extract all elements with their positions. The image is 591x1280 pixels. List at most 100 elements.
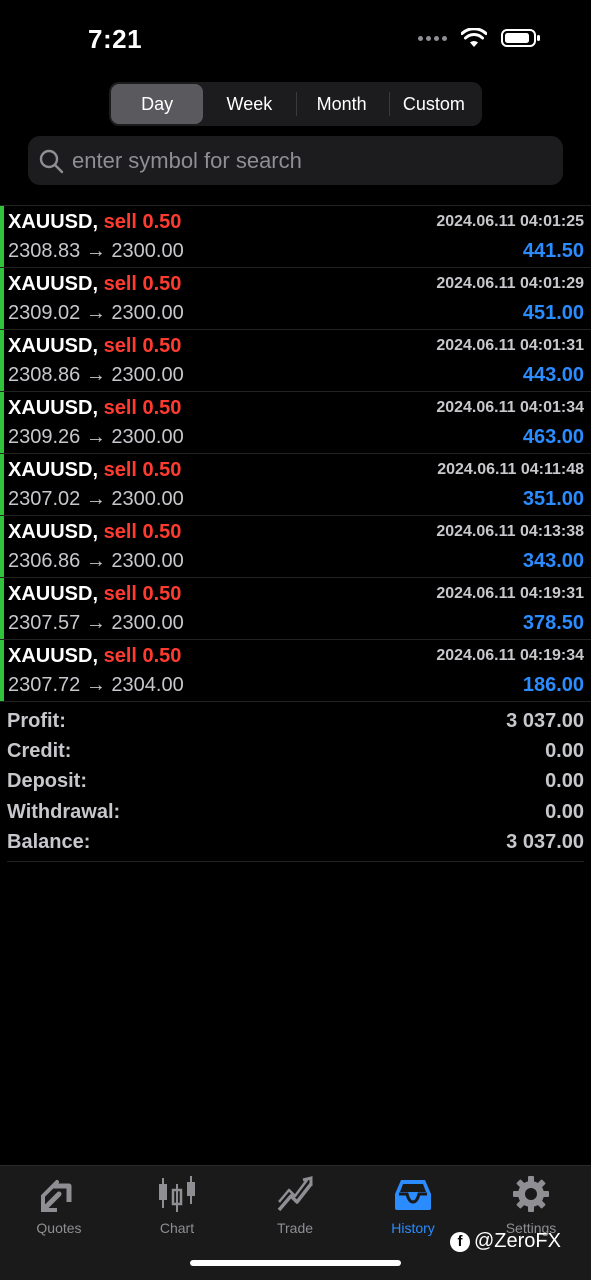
deals-list: XAUUSD, sell 0.50 2024.06.11 04:01:25 23… (0, 205, 591, 702)
deal-symbol: XAUUSD, (8, 583, 99, 605)
deal-type-bar (0, 640, 4, 701)
segment-day[interactable]: Day (111, 84, 204, 124)
deal-row[interactable]: XAUUSD, sell 0.50 2024.06.11 04:13:38 23… (0, 516, 591, 578)
deal-time: 2024.06.11 04:01:34 (436, 399, 584, 416)
segment-month[interactable]: Month (296, 84, 388, 124)
deal-profit: 443.00 (522, 364, 584, 386)
segment-divider (389, 92, 390, 116)
chart-icon (159, 1176, 195, 1212)
deal-symbol: XAUUSD, (8, 645, 99, 667)
deal-time: 2024.06.11 04:19:34 (436, 647, 584, 664)
facebook-icon: f (450, 1231, 470, 1252)
summary-label: Deposit: (7, 770, 87, 793)
deal-row[interactable]: XAUUSD, sell 0.50 2024.06.11 04:01:29 23… (0, 268, 591, 330)
battery-icon (501, 29, 540, 47)
deal-profit: 451.00 (522, 302, 584, 324)
deal-type-bar (0, 578, 4, 639)
status-bar: 7:21 (0, 0, 591, 80)
status-icons (418, 28, 541, 48)
watermark-text: @ZeroFX (474, 1230, 561, 1252)
summary-label: Balance: (7, 830, 91, 853)
deal-profit: 343.00 (522, 550, 584, 572)
search-input[interactable] (72, 147, 512, 174)
deal-symbol: XAUUSD, (8, 211, 99, 233)
summary-value: 3 037.00 (506, 709, 584, 732)
deal-prices: 2307.02 → 2300.00 (8, 488, 184, 510)
summary-row-deposit: Deposit: 0.00 (7, 767, 584, 797)
tab-label: History (391, 1220, 435, 1236)
deal-row[interactable]: XAUUSD, sell 0.50 2024.06.11 04:11:48 23… (0, 454, 591, 516)
summary-value: 0.00 (545, 770, 584, 793)
tab-label: Trade (276, 1220, 314, 1236)
home-indicator (190, 1260, 401, 1266)
segment-custom[interactable]: Custom (388, 84, 480, 124)
deal-prices: 2307.57 → 2300.00 (8, 612, 184, 634)
deal-side: sell 0.50 (103, 397, 182, 419)
deal-profit: 378.50 (522, 612, 584, 634)
deal-prices: 2309.26 → 2300.00 (8, 426, 184, 448)
deal-row[interactable]: XAUUSD, sell 0.50 2024.06.11 04:19:31 23… (0, 578, 591, 640)
deal-type-bar (0, 454, 4, 515)
deal-symbol: XAUUSD, (8, 459, 99, 481)
tab-chart[interactable]: Chart (118, 1174, 236, 1236)
deal-row[interactable]: XAUUSD, sell 0.50 2024.06.11 04:01:34 23… (0, 392, 591, 454)
deal-side: sell 0.50 (103, 273, 182, 295)
deal-side: sell 0.50 (103, 521, 182, 543)
search-bar[interactable] (28, 136, 563, 185)
deal-symbol: XAUUSD, (8, 335, 99, 357)
deal-row[interactable]: XAUUSD, sell 0.50 2024.06.11 04:19:34 23… (0, 640, 591, 702)
account-summary: Profit: 3 037.00 Credit: 0.00 Deposit: 0… (7, 706, 584, 863)
deal-time: 2024.06.11 04:01:25 (436, 213, 584, 230)
segment-divider (296, 92, 297, 116)
deal-side: sell 0.50 (103, 335, 182, 357)
deal-time: 2024.06.11 04:19:31 (436, 585, 584, 602)
wifi-icon (461, 28, 487, 47)
tab-history[interactable]: History (354, 1174, 472, 1236)
deal-time: 2024.06.11 04:11:48 (437, 461, 584, 478)
tab-quotes[interactable]: Quotes (0, 1174, 118, 1236)
deal-prices: 2306.86 → 2300.00 (8, 550, 184, 572)
deal-type-bar (0, 330, 4, 391)
deal-row[interactable]: XAUUSD, sell 0.50 2024.06.11 04:01:25 23… (0, 206, 591, 268)
summary-row-withdrawal: Withdrawal: 0.00 (7, 797, 584, 827)
deal-side: sell 0.50 (103, 583, 182, 605)
deal-symbol: XAUUSD, (8, 521, 99, 543)
deal-side: sell 0.50 (103, 459, 182, 481)
deal-prices: 2308.86 → 2300.00 (8, 364, 184, 386)
deal-type-bar (0, 206, 4, 267)
deal-side: sell 0.50 (103, 645, 182, 667)
deal-profit: 351.00 (522, 488, 584, 510)
deal-prices: 2309.02 → 2300.00 (8, 302, 184, 324)
deal-symbol: XAUUSD, (8, 273, 99, 295)
gear-icon (513, 1176, 549, 1212)
trade-icon (277, 1176, 313, 1212)
deal-symbol: XAUUSD, (8, 397, 99, 419)
tab-settings[interactable]: Settings (472, 1174, 590, 1236)
deal-row[interactable]: XAUUSD, sell 0.50 2024.06.11 04:01:31 23… (0, 330, 591, 392)
tab-label: Chart (159, 1220, 195, 1236)
segment-week[interactable]: Week (203, 84, 295, 124)
deal-type-bar (0, 516, 4, 577)
summary-row-credit: Credit: 0.00 (7, 736, 584, 766)
summary-value: 0.00 (545, 800, 584, 823)
deal-time: 2024.06.11 04:13:38 (436, 523, 584, 540)
search-icon (39, 149, 64, 173)
quotes-icon (41, 1180, 72, 1212)
summary-value: 3 037.00 (506, 830, 584, 853)
deal-profit: 186.00 (522, 674, 584, 696)
cellular-signal-icon (418, 35, 447, 41)
tab-label: Quotes (36, 1220, 82, 1236)
watermark: f @ZeroFX (450, 1230, 561, 1253)
history-icon (395, 1180, 431, 1210)
deal-type-bar (0, 392, 4, 453)
deal-prices: 2308.83 → 2300.00 (8, 240, 184, 262)
summary-label: Credit: (7, 739, 72, 762)
deal-time: 2024.06.11 04:01:31 (436, 337, 584, 354)
summary-row-profit: Profit: 3 037.00 (7, 706, 584, 736)
tab-trade[interactable]: Trade (236, 1174, 354, 1236)
deal-profit: 441.50 (522, 240, 584, 262)
deal-prices: 2307.72 → 2304.00 (8, 674, 184, 696)
status-time: 7:21 (88, 24, 143, 54)
summary-label: Profit: (7, 709, 66, 732)
period-segmented-control: Day Week Month Custom (109, 82, 482, 126)
